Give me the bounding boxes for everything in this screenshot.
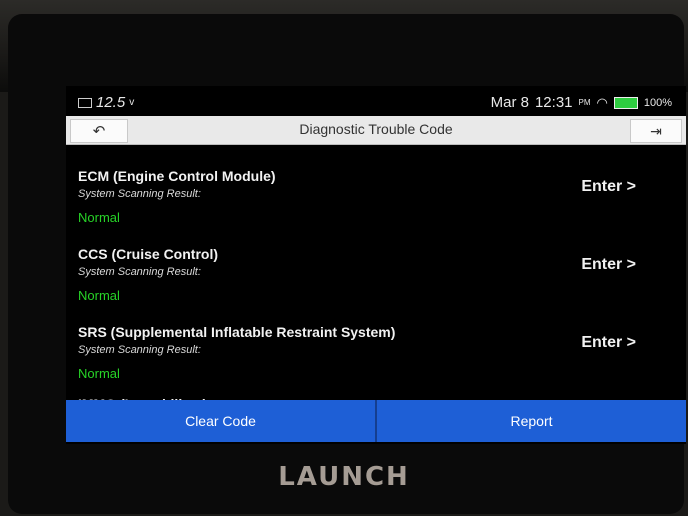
- status-time: 12:31: [534, 94, 573, 111]
- status-ampm: PM: [578, 98, 591, 107]
- module-status: Normal: [78, 366, 120, 381]
- title-bar: ↶ Diagnostic Trouble Code ⇥: [66, 116, 686, 145]
- status-right: Mar 8 12:31 PM ◠ 100%: [491, 94, 672, 111]
- voltage-unit: v: [129, 97, 135, 108]
- module-item-srs: SRS (Supplemental Inflatable Restraint S…: [66, 324, 686, 400]
- page-title: Diagnostic Trouble Code: [299, 121, 453, 137]
- report-button[interactable]: Report: [377, 400, 686, 442]
- vehicle-battery-icon: [78, 97, 92, 108]
- battery-icon: [613, 96, 638, 109]
- module-status: Normal: [78, 210, 120, 225]
- enter-button-srs[interactable]: Enter >: [581, 334, 636, 352]
- exit-button[interactable]: ⇥: [630, 119, 682, 143]
- wifi-icon: ◠: [596, 94, 608, 110]
- voltage-value: 12.5: [96, 94, 126, 111]
- clear-code-button[interactable]: Clear Code: [66, 400, 377, 442]
- device-brand-logo: LAUNCH: [278, 462, 410, 492]
- module-status: Normal: [78, 288, 120, 303]
- module-name: SRS (Supplemental Inflatable Restraint S…: [78, 324, 396, 340]
- enter-button-ccs[interactable]: Enter >: [581, 256, 636, 274]
- status-date: Mar 8: [490, 94, 529, 111]
- module-sublabel: System Scanning Result:: [78, 344, 201, 356]
- enter-button-ecm[interactable]: Enter >: [581, 178, 636, 196]
- battery-percent: 100%: [643, 96, 672, 109]
- status-left: 12.5 v: [78, 94, 134, 111]
- module-name: CCS (Cruise Control): [78, 246, 218, 262]
- status-bar: 12.5 v Mar 8 12:31 PM ◠ 100%: [66, 92, 686, 114]
- module-sublabel: System Scanning Result:: [78, 266, 201, 278]
- device-screen: 12.5 v Mar 8 12:31 PM ◠ 100% ↶ Diagnosti…: [66, 86, 686, 444]
- action-bar: Clear Code Report: [66, 400, 686, 442]
- exit-icon: ⇥: [650, 122, 662, 139]
- module-name: ECM (Engine Control Module): [78, 168, 276, 184]
- module-list: ECM (Engine Control Module) System Scann…: [66, 148, 686, 404]
- module-sublabel: System Scanning Result:: [78, 188, 201, 200]
- module-item-ccs: CCS (Cruise Control) System Scanning Res…: [66, 246, 686, 322]
- module-item-ecm: ECM (Engine Control Module) System Scann…: [66, 168, 686, 244]
